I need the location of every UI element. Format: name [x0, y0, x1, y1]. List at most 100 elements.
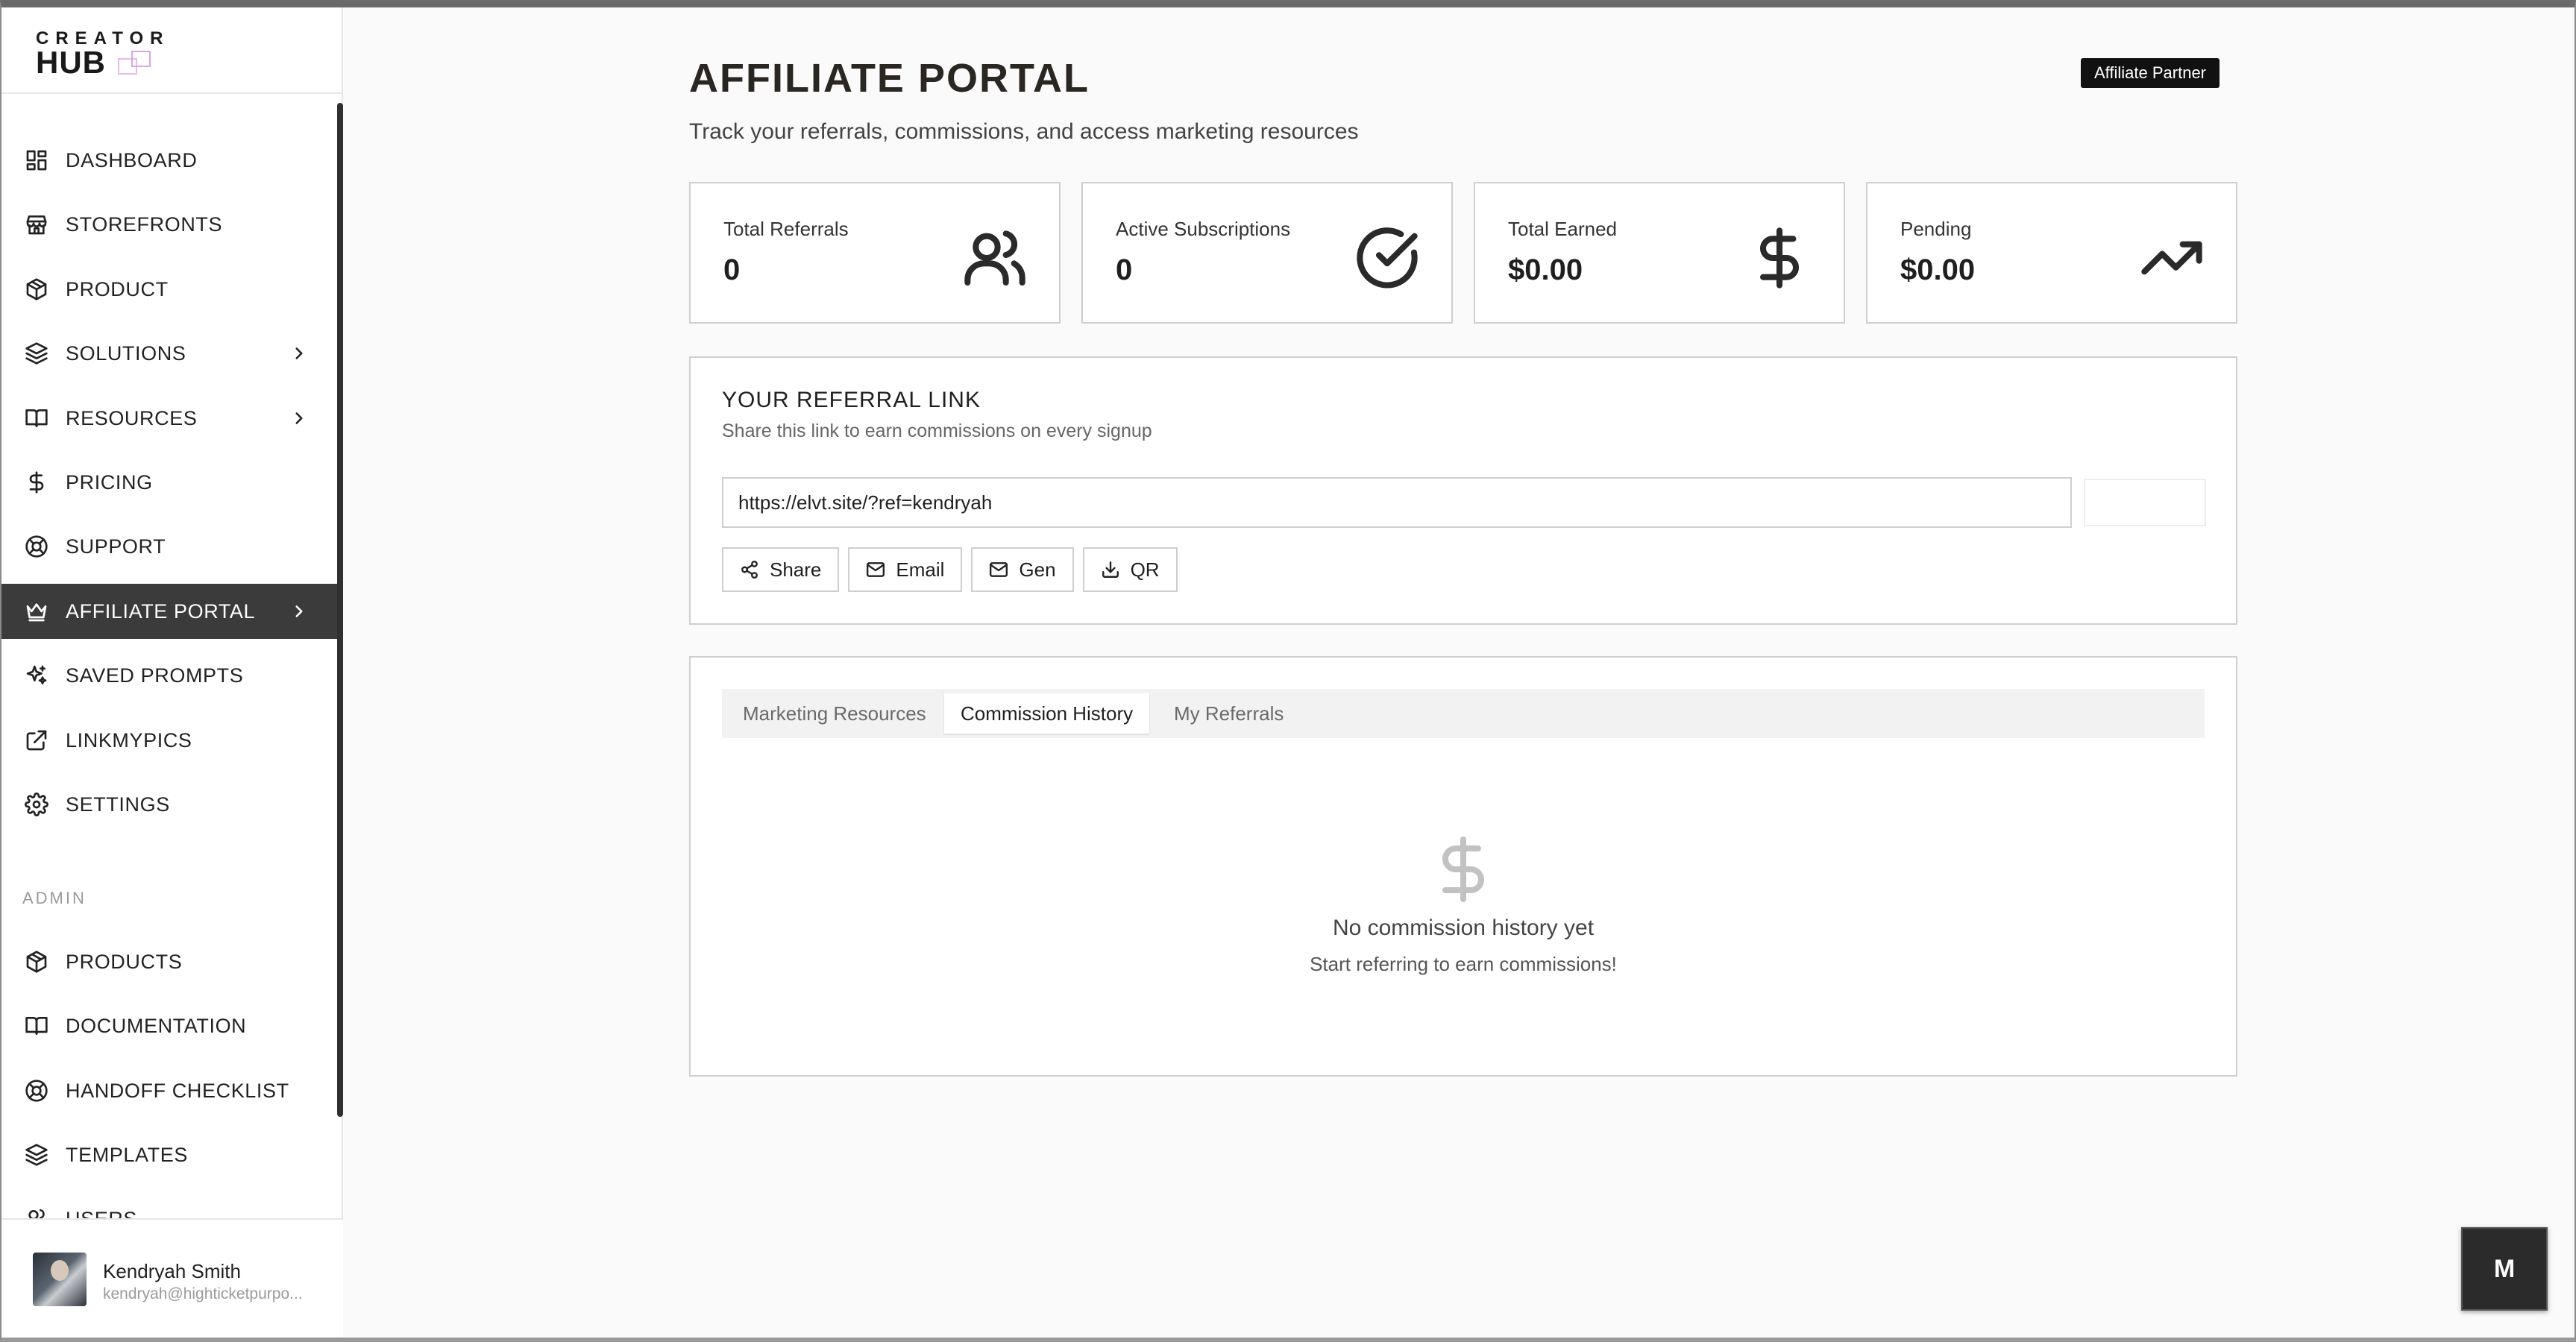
admin-section-label: ADMIN — [22, 889, 87, 907]
referral-title: YOUR REFERRAL LINK — [722, 388, 981, 412]
sidebar-item-handoff-checklist[interactable]: HANDOFF CHECKLIST — [1, 1063, 339, 1118]
share-actions: Share Email Gen QR — [722, 547, 1178, 592]
email-button-label: Email — [896, 558, 945, 581]
referral-link-input[interactable] — [722, 477, 2072, 528]
sidebar-item-label: SOLUTIONS — [66, 341, 186, 365]
gen-button[interactable]: Gen — [971, 547, 1074, 592]
sidebar-item-affiliate-portal[interactable]: AFFILIATE PORTAL — [1, 584, 339, 639]
sidebar-item-label: TEMPLATES — [66, 1143, 188, 1166]
sidebar-item-documentation[interactable]: DOCUMENTATION — [1, 998, 339, 1053]
page-subtitle: Track your referrals, commissions, and a… — [689, 119, 1359, 144]
box-icon — [24, 277, 49, 302]
sidebar-item-saved-prompts[interactable]: SAVED PROMPTS — [1, 648, 339, 703]
sidebar-item-product[interactable]: PRODUCT — [1, 262, 339, 317]
crown-icon — [24, 599, 49, 624]
layers-icon — [24, 341, 49, 366]
gen-button-label: Gen — [1019, 558, 1056, 581]
layers-icon — [24, 1142, 49, 1168]
gear-icon — [24, 792, 49, 817]
sidebar-item-label: AFFILIATE PORTAL — [66, 599, 256, 623]
sidebar-item-label: PRODUCT — [66, 277, 169, 300]
sidebar-item-label: SETTINGS — [66, 793, 170, 816]
dollar-icon — [24, 470, 49, 495]
sidebar-item-label: DOCUMENTATION — [66, 1014, 247, 1037]
user-name: Kendryah Smith — [103, 1260, 241, 1282]
sparkles-icon — [24, 663, 49, 688]
email-button[interactable]: Email — [848, 547, 963, 592]
tab-my-referrals[interactable]: My Referrals — [1157, 693, 1300, 734]
download-icon — [1102, 561, 1119, 578]
sidebar-item-linkmypics[interactable]: LINKMYPICS — [1, 713, 339, 768]
copy-link-button[interactable] — [2084, 479, 2206, 526]
main-content: AFFILIATE PORTAL Track your referrals, c… — [345, 7, 2575, 1338]
sidebar-item-label: SUPPORT — [66, 535, 166, 558]
trending-up-icon — [2139, 225, 2205, 291]
lifebuoy-icon — [24, 534, 49, 559]
dashboard-icon — [24, 148, 49, 173]
users-icon — [962, 225, 1028, 291]
user-email: kendryah@highticketpurpo... — [103, 1285, 303, 1302]
page-title: AFFILIATE PORTAL — [689, 56, 1090, 101]
stat-value: 0 — [1116, 253, 1133, 286]
sidebar-scrollbar[interactable] — [337, 103, 343, 1117]
stat-card-active-subscriptions: Active Subscriptions 0 — [1081, 182, 1453, 324]
sidebar-item-settings[interactable]: SETTINGS — [1, 777, 339, 832]
referral-link-panel: YOUR REFERRAL LINK Share this link to ea… — [689, 356, 2237, 625]
sidebar-item-templates[interactable]: TEMPLATES — [1, 1127, 339, 1182]
sidebar-item-resources[interactable]: RESOURCES — [1, 391, 339, 446]
user-profile[interactable]: Kendryah Smith kendryah@highticketpurpo.… — [1, 1218, 343, 1338]
chevron-right-icon — [289, 409, 309, 428]
status-badge: Affiliate Partner — [2081, 58, 2220, 88]
box-icon — [24, 949, 49, 974]
sidebar-item-solutions[interactable]: SOLUTIONS — [1, 326, 339, 381]
stat-card-pending: Pending $0.00 — [1866, 182, 2237, 324]
book-icon — [24, 406, 49, 431]
stat-value: $0.00 — [1508, 253, 1583, 286]
empty-state-subtitle: Start referring to earn commissions! — [1310, 953, 1617, 975]
commission-panel: Marketing Resources Commission History M… — [689, 656, 2237, 1077]
sidebar-item-label: LINKMYPICS — [66, 728, 192, 752]
chevron-right-icon — [289, 602, 309, 621]
share-button-label: Share — [770, 558, 822, 581]
sidebar-item-storefronts[interactable]: STOREFRONTS — [1, 197, 339, 252]
sidebar-item-label: PRODUCTS — [66, 950, 183, 973]
tab-commission-history[interactable]: Commission History — [944, 693, 1150, 734]
mail-icon — [867, 562, 885, 577]
share-icon — [741, 560, 758, 579]
share-button[interactable]: Share — [722, 547, 840, 592]
brand-line2: HUB — [36, 45, 106, 80]
lifebuoy-icon — [24, 1078, 49, 1103]
book-icon — [24, 1013, 49, 1039]
sidebar-item-support[interactable]: SUPPORT — [1, 519, 339, 574]
stat-value: $0.00 — [1900, 253, 1976, 286]
qr-button[interactable]: QR — [1082, 547, 1178, 592]
sidebar-item-label: DASHBOARD — [66, 148, 198, 171]
sidebar-item-label: RESOURCES — [66, 406, 198, 429]
check-circle-icon — [1354, 225, 1420, 291]
qr-button-label: QR — [1130, 558, 1160, 581]
dollar-icon — [1427, 834, 1499, 905]
mail-icon — [990, 562, 1008, 577]
brand-logo[interactable]: CREATOR HUB — [1, 7, 342, 94]
dollar-icon — [1747, 225, 1812, 291]
sidebar-item-dashboard[interactable]: DASHBOARD — [1, 133, 339, 188]
stat-card-total-earned: Total Earned $0.00 — [1474, 182, 1845, 324]
floating-action-button[interactable]: M — [2461, 1227, 2548, 1311]
logo-mark-icon — [118, 51, 158, 78]
stat-label: Active Subscriptions — [1116, 218, 1291, 240]
sidebar-item-pricing[interactable]: PRICING — [1, 455, 339, 510]
referral-description: Share this link to earn commissions on e… — [722, 420, 1152, 441]
sidebar-item-label: STOREFRONTS — [66, 212, 223, 236]
sidebar-item-label: HANDOFF CHECKLIST — [66, 1079, 289, 1102]
tab-marketing-resources[interactable]: Marketing Resources — [726, 693, 943, 734]
sidebar-item-label: PRICING — [66, 470, 153, 494]
sidebar-item-label: SAVED PROMPTS — [66, 664, 244, 687]
sidebar-item-products[interactable]: PRODUCTS — [1, 934, 339, 989]
stat-card-total-referrals: Total Referrals 0 — [689, 182, 1061, 324]
stat-value: 0 — [723, 253, 741, 286]
chevron-right-icon — [289, 344, 309, 363]
sidebar: CREATOR HUB DASHBOARD STOREFRONTS PRODUC… — [1, 7, 343, 1338]
stat-label: Total Referrals — [723, 218, 849, 240]
storefront-icon — [24, 212, 49, 237]
tab-bar: Marketing Resources Commission History M… — [722, 689, 2205, 738]
